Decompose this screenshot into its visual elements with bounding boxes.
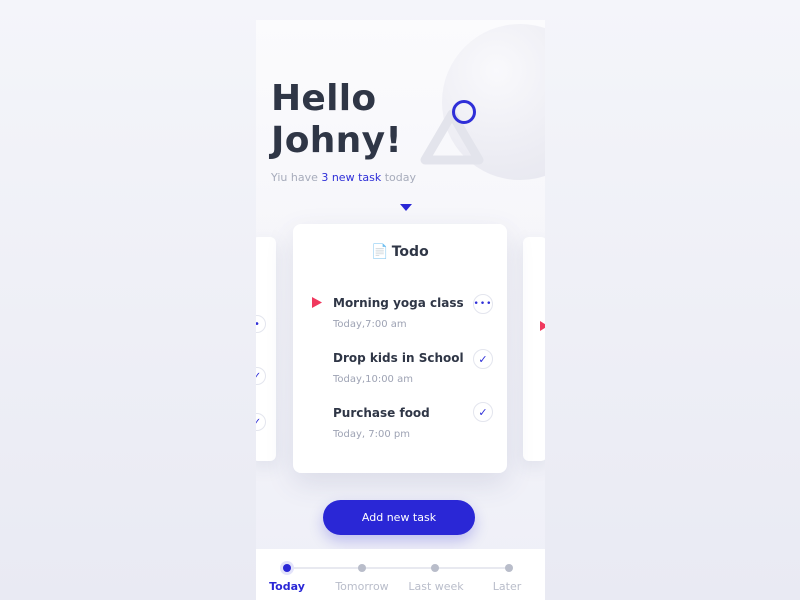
task-name: Morning yoga class — [333, 296, 464, 310]
task-time: Today, 7:00 pm — [333, 429, 411, 440]
nav-dot-tomorrow[interactable] — [358, 564, 366, 572]
bottom-timeline-nav: Today Tomorrow Last week Later — [256, 549, 545, 600]
summary-highlight[interactable]: 3 new task — [321, 171, 381, 184]
task-name: Purchase food — [333, 406, 430, 420]
nav-item-tomorrow[interactable]: Tomorrow — [335, 580, 388, 593]
add-new-task-button[interactable]: Add new task — [323, 500, 475, 535]
card-title-label: Todo — [391, 244, 429, 260]
greeting-line-1: Hello — [271, 78, 377, 119]
complete-task-button[interactable]: ✓ — [473, 349, 493, 369]
task-item[interactable]: Purchase food Today, 7:00 pm ✓ — [293, 402, 507, 456]
summary-suffix: today — [381, 171, 417, 184]
task-time: Today,10:00 am — [333, 374, 413, 385]
more-icon: ••• — [473, 299, 493, 309]
nav-item-later[interactable]: Later — [493, 580, 521, 593]
flag-icon — [312, 297, 322, 308]
task-summary: Yiu have 3 new task today — [271, 171, 416, 184]
check-icon: ✓ — [478, 405, 488, 419]
greeting-title: Hello Johny! — [271, 78, 402, 162]
nav-dot-later[interactable] — [505, 564, 513, 572]
check-icon: ✓ — [256, 367, 266, 385]
summary-prefix: Yiu have — [271, 171, 322, 184]
check-icon: ✓ — [256, 413, 266, 431]
task-name: Drop kids in School — [333, 351, 464, 365]
nav-dot-today[interactable] — [283, 564, 291, 572]
nav-dot-last-week[interactable] — [431, 564, 439, 572]
card-title: 📄 Todo — [293, 244, 507, 260]
nav-item-last-week[interactable]: Last week — [408, 580, 463, 593]
previous-card[interactable]: • ✓ ✓ — [256, 237, 276, 461]
complete-task-button[interactable]: ✓ — [473, 402, 493, 422]
decorative-triangle-icon — [420, 109, 484, 165]
document-icon: 📄 — [371, 244, 389, 260]
caret-down-icon — [400, 204, 412, 211]
check-icon: ✓ — [478, 352, 488, 366]
next-card[interactable] — [523, 237, 545, 461]
todo-card[interactable]: 📄 Todo Morning yoga class Today,7:00 am •… — [293, 224, 507, 473]
phone-screen: Hello Johny! Yiu have 3 new task today •… — [256, 20, 545, 600]
decorative-ring-icon — [452, 100, 476, 124]
more-options-button[interactable]: ••• — [473, 294, 493, 314]
timeline-track — [286, 567, 511, 569]
task-item[interactable]: Morning yoga class Today,7:00 am ••• — [293, 294, 507, 346]
task-item[interactable]: Drop kids in School Today,10:00 am ✓ — [293, 349, 507, 401]
flag-icon — [540, 321, 545, 331]
greeting-line-2: Johny! — [271, 120, 403, 161]
nav-item-today[interactable]: Today — [269, 580, 305, 593]
more-icon: • — [256, 315, 266, 333]
task-time: Today,7:00 am — [333, 319, 407, 330]
